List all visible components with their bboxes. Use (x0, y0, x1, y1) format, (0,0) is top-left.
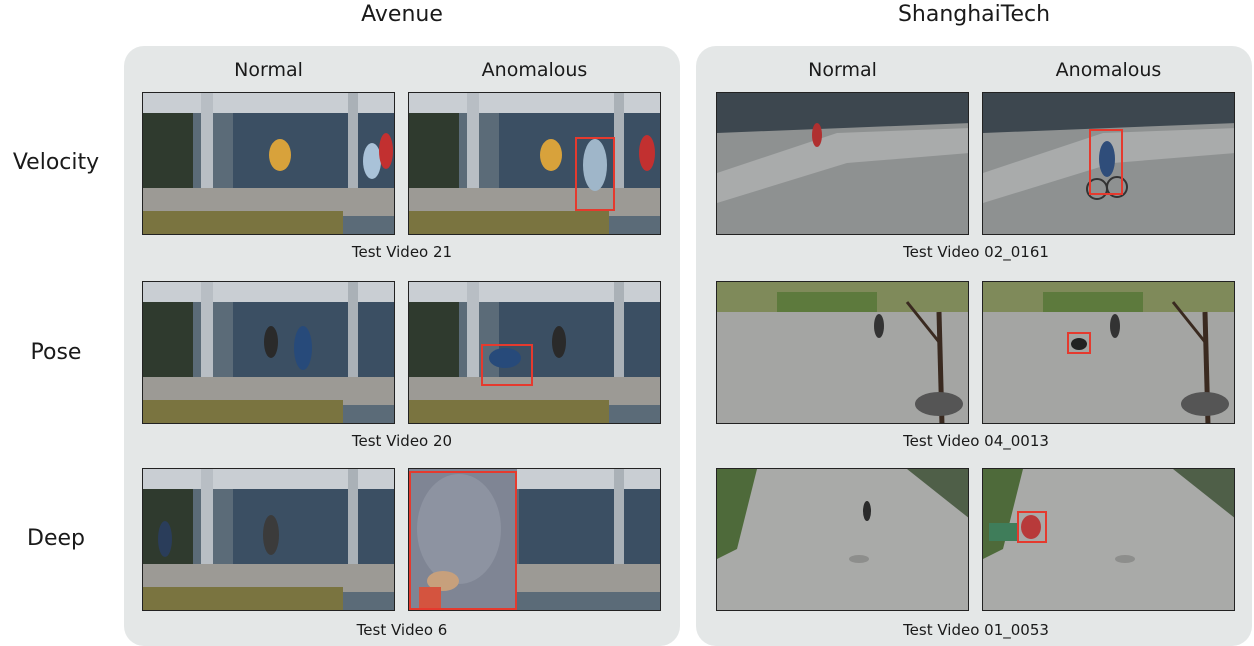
row-label-deep: Deep (27, 526, 85, 551)
caption-avenue-row1: Test Video 21 (351, 243, 453, 261)
shanghaitech-velocity-anomalous-frame (982, 92, 1235, 235)
col-header-anomalous: Anomalous (1055, 59, 1162, 81)
anomaly-bounding-box (481, 344, 533, 386)
caption-shanghaitech-row2: Test Video 04_0013 (903, 432, 1049, 450)
avenue-pose-anomalous-frame (408, 281, 661, 424)
row-label-pose: Pose (30, 340, 82, 365)
dataset-title-shanghaitech: ShanghaiTech (897, 2, 1051, 27)
anomaly-bounding-box (409, 471, 517, 610)
anomaly-bounding-box (1089, 129, 1123, 195)
shanghaitech-panel: Normal Anomalous Test Video 02_0161 Test… (696, 46, 1252, 646)
avenue-velocity-normal-frame (142, 92, 395, 235)
avenue-deep-anomalous-frame (408, 468, 661, 611)
avenue-panel: Normal Anomalous Test Video 21 Test Vide… (124, 46, 680, 646)
avenue-velocity-anomalous-frame (408, 92, 661, 235)
col-header-normal: Normal (808, 59, 877, 81)
caption-shanghaitech-row1: Test Video 02_0161 (903, 243, 1049, 261)
anomaly-bounding-box (1017, 511, 1047, 543)
shanghaitech-deep-normal-frame (716, 468, 969, 611)
row-label-velocity: Velocity (12, 150, 100, 175)
caption-avenue-row2: Test Video 20 (351, 432, 453, 450)
shanghaitech-pose-normal-frame (716, 281, 969, 424)
anomaly-bounding-box (1067, 332, 1091, 354)
col-header-normal: Normal (234, 59, 303, 81)
shanghaitech-velocity-normal-frame (716, 92, 969, 235)
shanghaitech-deep-anomalous-frame (982, 468, 1235, 611)
caption-avenue-row3: Test Video 6 (356, 621, 448, 639)
caption-shanghaitech-row3: Test Video 01_0053 (903, 621, 1049, 639)
col-header-anomalous: Anomalous (481, 59, 588, 81)
dataset-title-avenue: Avenue (361, 2, 443, 27)
avenue-deep-normal-frame (142, 468, 395, 611)
avenue-pose-normal-frame (142, 281, 395, 424)
shanghaitech-pose-anomalous-frame (982, 281, 1235, 424)
anomaly-bounding-box (575, 137, 615, 211)
